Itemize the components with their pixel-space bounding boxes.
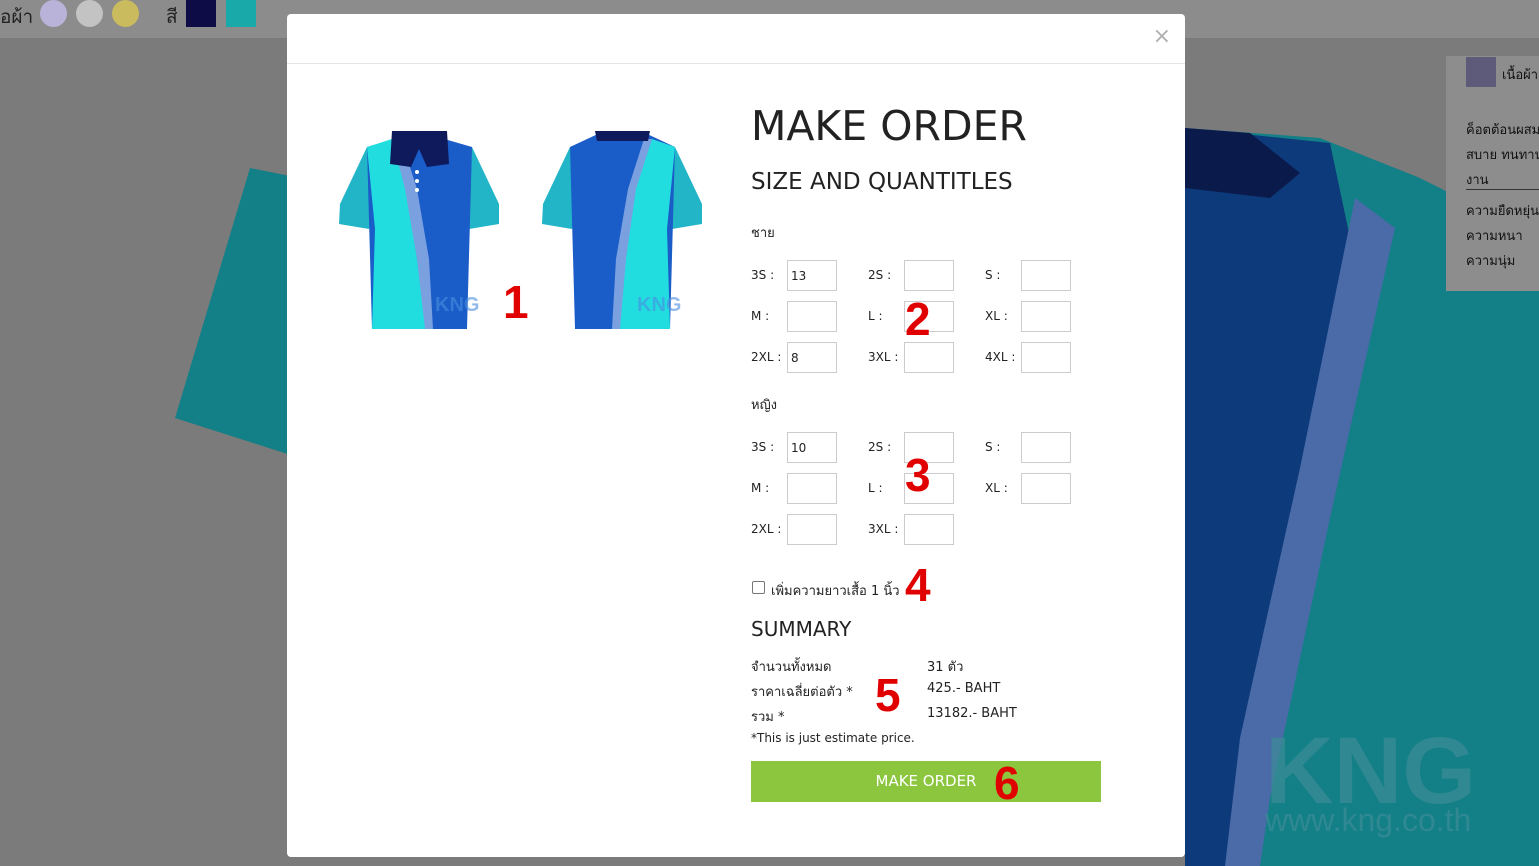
size-label: M : xyxy=(751,481,770,495)
total-qty-label: จำนวนทั้งหมด xyxy=(751,660,832,675)
sum-value: 13182.- BAHT xyxy=(927,706,1017,721)
modal-title: MAKE ORDER xyxy=(751,102,1027,150)
fabric-prop-line: ความนุ่ม xyxy=(1466,254,1516,269)
divider xyxy=(1466,189,1539,190)
avg-price-label: ราคาเฉลี่ยต่อตัว * xyxy=(751,685,853,700)
size-label: 4XL : xyxy=(985,350,1016,364)
size-label: XL : xyxy=(985,309,1008,323)
fabric-swatch-current xyxy=(1466,57,1496,87)
female-qty-m[interactable] xyxy=(787,473,837,504)
male-qty-3xl[interactable] xyxy=(904,342,954,373)
make-order-button[interactable]: MAKE ORDER xyxy=(751,761,1101,802)
annotation-marker-1: 1 xyxy=(503,276,529,328)
close-icon[interactable]: × xyxy=(1153,24,1171,49)
male-qty-2s[interactable] xyxy=(904,260,954,291)
shirt-watermark: KNG xyxy=(637,294,681,316)
male-qty-3s[interactable] xyxy=(787,260,837,291)
shirt-watermark: KNG xyxy=(435,294,479,316)
female-qty-xl[interactable] xyxy=(1021,473,1071,504)
svg-text:www.kng.co.th: www.kng.co.th xyxy=(1264,802,1471,838)
fabric-prop-line: ความยืดหยุ่น xyxy=(1466,204,1539,219)
color-swatch-teal[interactable] xyxy=(226,0,256,27)
annotation-marker-5: 5 xyxy=(875,669,901,721)
shirt-back-preview: KNG xyxy=(542,131,702,329)
size-label: 2S : xyxy=(868,268,892,282)
male-qty-4xl[interactable] xyxy=(1021,342,1071,373)
female-qty-s[interactable] xyxy=(1021,432,1071,463)
fabric-color-label: อผ้า xyxy=(0,6,34,28)
size-label: 3XL : xyxy=(868,522,899,536)
color-swatch-navy[interactable] xyxy=(186,0,216,27)
size-label: 2XL : xyxy=(751,522,782,536)
fabric-title: เนื้อผ้า xyxy=(1502,68,1539,83)
fabric-prop-line: ความหนา xyxy=(1466,229,1523,244)
female-group-label: หญิง xyxy=(751,398,777,413)
size-label: M : xyxy=(751,309,770,323)
male-qty-s[interactable] xyxy=(1021,260,1071,291)
estimate-note: *This is just estimate price. xyxy=(751,731,915,745)
make-order-modal: × KNG KNG 1 MAKE ORDER SIZE AND QUANTITL… xyxy=(287,14,1185,857)
annotation-marker-2: 2 xyxy=(905,293,931,345)
size-label: 2XL : xyxy=(751,350,782,364)
fabric-swatch-gray[interactable] xyxy=(76,0,103,27)
female-qty-2xl[interactable] xyxy=(787,514,837,545)
size-label: XL : xyxy=(985,481,1008,495)
female-qty-3s[interactable] xyxy=(787,432,837,463)
fabric-desc-line: งาน xyxy=(1466,173,1489,188)
modal-header: × xyxy=(287,14,1185,64)
female-qty-3xl[interactable] xyxy=(904,514,954,545)
size-label: S : xyxy=(985,268,1001,282)
size-label: 3S : xyxy=(751,268,775,282)
fabric-info-panel: เนื้อผ้า ค็อตต้อนผสม สบาย ทนทาน งาน ความ… xyxy=(1446,56,1539,291)
size-section-title: SIZE AND QUANTITLES xyxy=(751,169,1013,195)
extend-length-label[interactable]: เพิ่มความยาวเสื้อ 1 นิ้ว xyxy=(771,580,900,601)
size-label: 3XL : xyxy=(868,350,899,364)
fabric-swatch-gold[interactable] xyxy=(112,0,139,27)
size-label: 3S : xyxy=(751,440,775,454)
male-group-label: ชาย xyxy=(751,226,775,241)
sum-label: รวม * xyxy=(751,710,785,725)
annotation-marker-6: 6 xyxy=(994,757,1020,809)
annotation-marker-4: 4 xyxy=(905,559,931,611)
size-label: L : xyxy=(868,481,883,495)
summary-title: SUMMARY xyxy=(751,617,852,641)
extend-length-checkbox[interactable] xyxy=(752,581,765,594)
fabric-swatch-lavender[interactable] xyxy=(40,0,67,27)
size-label: L : xyxy=(868,309,883,323)
fabric-desc-line: ค็อตต้อนผสม xyxy=(1466,123,1539,138)
male-qty-2xl[interactable] xyxy=(787,342,837,373)
shirt-front-preview: KNG xyxy=(339,131,499,329)
size-label: S : xyxy=(985,440,1001,454)
color-label: สี xyxy=(166,6,178,28)
fabric-desc-line: สบาย ทนทาน xyxy=(1466,148,1539,163)
male-qty-m[interactable] xyxy=(787,301,837,332)
male-qty-xl[interactable] xyxy=(1021,301,1071,332)
avg-price-value: 425.- BAHT xyxy=(927,681,1001,696)
size-label: 2S : xyxy=(868,440,892,454)
total-qty-value: 31 ตัว xyxy=(927,660,964,675)
annotation-marker-3: 3 xyxy=(905,449,931,501)
